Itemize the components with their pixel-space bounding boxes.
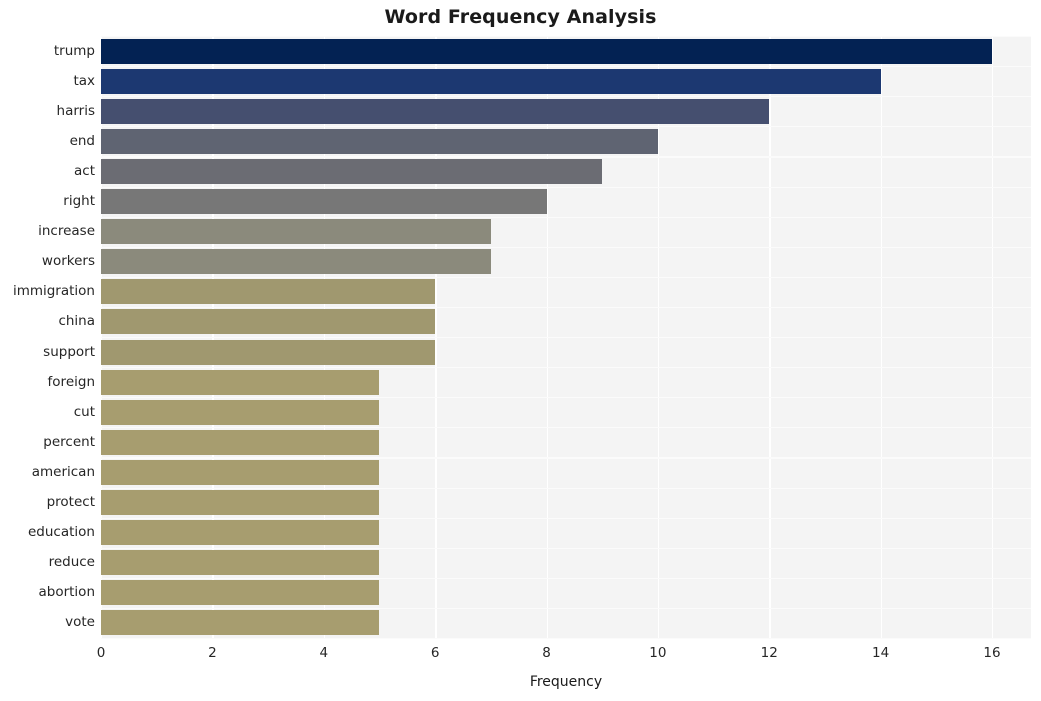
y-axis-tick-label: china: [58, 313, 95, 330]
bar[interactable]: [101, 128, 658, 154]
bar[interactable]: [101, 339, 436, 365]
y-axis-tick-label: harris: [56, 102, 95, 119]
y-axis-tick-label: education: [28, 524, 95, 541]
y-axis-tick-label: vote: [65, 614, 95, 631]
y-axis-tick-label: workers: [41, 253, 95, 270]
gridline-horizontal: [101, 638, 1031, 640]
bar[interactable]: [101, 369, 380, 395]
y-axis-tick-label: trump: [53, 42, 95, 59]
y-axis-tick-label: tax: [73, 72, 95, 89]
bar[interactable]: [101, 309, 436, 335]
y-axis-tick-label: act: [74, 162, 95, 179]
x-axis-tick-label: 4: [319, 645, 329, 661]
y-axis-tick-label: cut: [73, 403, 95, 420]
y-axis-tick-label: foreign: [47, 373, 95, 390]
bar[interactable]: [101, 459, 380, 485]
bar[interactable]: [101, 98, 770, 124]
y-axis-tick-label: abortion: [38, 584, 95, 601]
bar[interactable]: [101, 249, 491, 275]
plot-area: [101, 36, 1031, 640]
chart-figure: Word Frequency Analysis trump tax harris en…: [0, 0, 1041, 701]
x-axis-tick-label: 14: [872, 645, 890, 661]
y-axis-tick-label: end: [69, 132, 95, 149]
x-axis-tick-label: 2: [208, 645, 217, 661]
y-axis-tick-label: american: [31, 463, 95, 480]
y-axis-tick-label: immigration: [12, 283, 95, 300]
bar[interactable]: [101, 490, 380, 516]
bar[interactable]: [101, 520, 380, 546]
x-axis-tick-labels: 0 2 4 6 8 10 12 14 16: [97, 645, 1031, 669]
y-axis-tick-label: support: [43, 343, 95, 360]
bar[interactable]: [101, 189, 547, 215]
x-axis-tick-label: 16: [983, 645, 1001, 661]
x-axis-tick-label: 6: [430, 645, 440, 661]
chart-title: Word Frequency Analysis: [384, 6, 657, 28]
y-axis-tick-label: percent: [43, 433, 95, 450]
bar[interactable]: [101, 68, 881, 94]
bar[interactable]: [101, 158, 603, 184]
bar-series: [101, 36, 1031, 638]
x-axis-tick-label: 10: [649, 645, 667, 661]
bar[interactable]: [101, 399, 380, 425]
x-axis-title: Frequency: [529, 674, 603, 690]
bar[interactable]: [101, 429, 380, 455]
bar[interactable]: [101, 279, 436, 305]
x-axis-tick-label: 8: [542, 645, 551, 661]
y-axis-tick-label: right: [63, 193, 95, 210]
y-axis-tick-labels: trump tax harris end act right increase workers…: [0, 36, 95, 638]
y-axis-tick-label: increase: [38, 223, 95, 240]
bar[interactable]: [101, 580, 380, 606]
bar[interactable]: [101, 219, 491, 245]
bar[interactable]: [101, 38, 993, 64]
y-axis-tick-label: reduce: [48, 554, 95, 571]
y-axis-tick-label: protect: [46, 494, 95, 511]
bar[interactable]: [101, 550, 380, 576]
x-axis-tick-label: 0: [96, 645, 106, 661]
x-axis-tick-label: 12: [760, 645, 778, 661]
bar[interactable]: [101, 610, 380, 636]
